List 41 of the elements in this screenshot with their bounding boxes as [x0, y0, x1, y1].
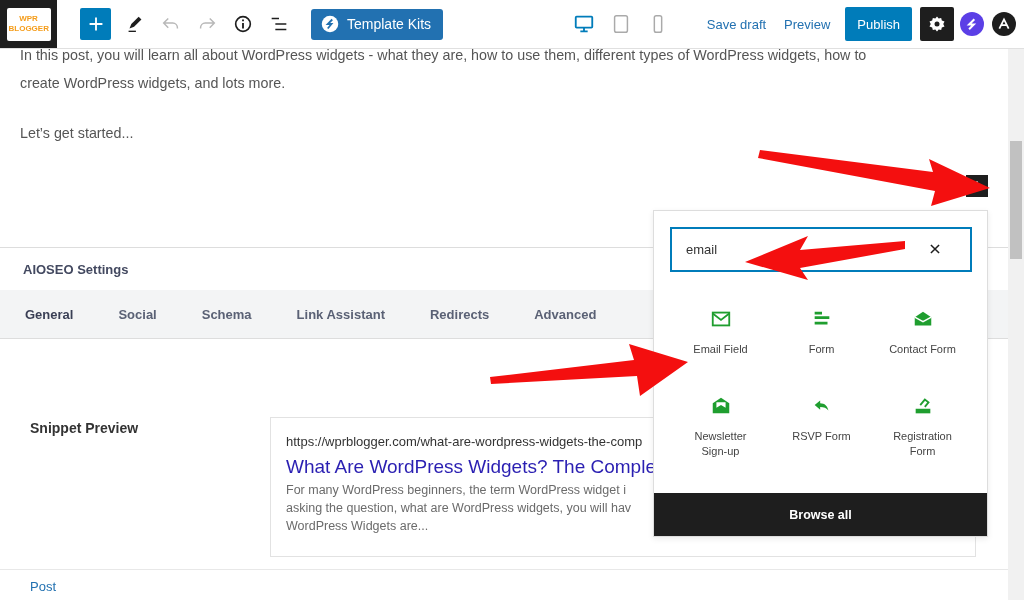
preview-button[interactable]: Preview — [775, 16, 840, 32]
breadcrumb-link[interactable]: Post — [30, 578, 56, 594]
add-block-button[interactable] — [80, 8, 111, 40]
snippet-description: For many WordPress beginners, the term WordPress widget i — [286, 482, 626, 499]
logo-text: WPR BLOGGER — [8, 14, 49, 34]
info-icon — [232, 13, 254, 35]
lightning-icon — [321, 15, 339, 33]
panel-title: AIOSEO Settings — [23, 261, 129, 277]
plugin-button[interactable] — [992, 12, 1016, 36]
tab[interactable]: Social — [118, 306, 157, 322]
block-option[interactable]: Contact Form — [872, 308, 973, 380]
tab[interactable]: General — [25, 306, 74, 322]
snippet-title[interactable]: What Are WordPress Widgets? The Comple — [286, 456, 656, 478]
close-icon — [928, 242, 942, 256]
section-label: Snippet Preview — [30, 420, 140, 436]
settings-icon — [927, 14, 947, 34]
block-option[interactable]: Email Field — [670, 308, 771, 380]
tab[interactable]: Schema — [201, 306, 252, 322]
browse-all-button[interactable]: Browse all — [654, 493, 987, 536]
block-option[interactable]: Form — [771, 308, 872, 380]
block-option[interactable]: Newsletter Sign-up — [670, 395, 771, 467]
block-option[interactable]: RSVP Form — [771, 395, 872, 467]
template-kits-button[interactable]: Template Kits — [311, 8, 444, 40]
tab[interactable]: Link Assistant — [296, 306, 385, 322]
desktop-icon — [572, 13, 595, 35]
block-option[interactable]: Registration Form — [872, 395, 973, 467]
snippet-description: asking the question, what are WordPress widgets, you will hav — [286, 500, 632, 517]
publish-button[interactable]: Publish — [845, 7, 912, 41]
tab[interactable]: Redirects — [429, 306, 490, 322]
settings-button[interactable] — [920, 7, 954, 41]
paragraph: In this post, you will learn all about WordPress widgets - what they are, how to use them, different types of WordPress widgets, how to create WordPress widgets, and lots more. — [20, 46, 868, 93]
plugin-button[interactable] — [960, 12, 984, 36]
scrollbar-thumb[interactable] — [1010, 141, 1022, 259]
tab[interactable]: Advanced — [534, 306, 597, 322]
clear-search-button[interactable] — [928, 242, 942, 256]
snippet-description: WordPress Widgets are... — [286, 518, 429, 535]
paragraph: Let’s get started... — [20, 124, 135, 143]
letter-logo-icon — [997, 17, 1011, 31]
save-draft-button[interactable]: Save draft — [697, 16, 776, 32]
snippet-url: https://wprblogger.com/what-are-wordpress-widgets-the-comp — [286, 434, 643, 449]
scrollbar[interactable] — [1008, 49, 1024, 600]
